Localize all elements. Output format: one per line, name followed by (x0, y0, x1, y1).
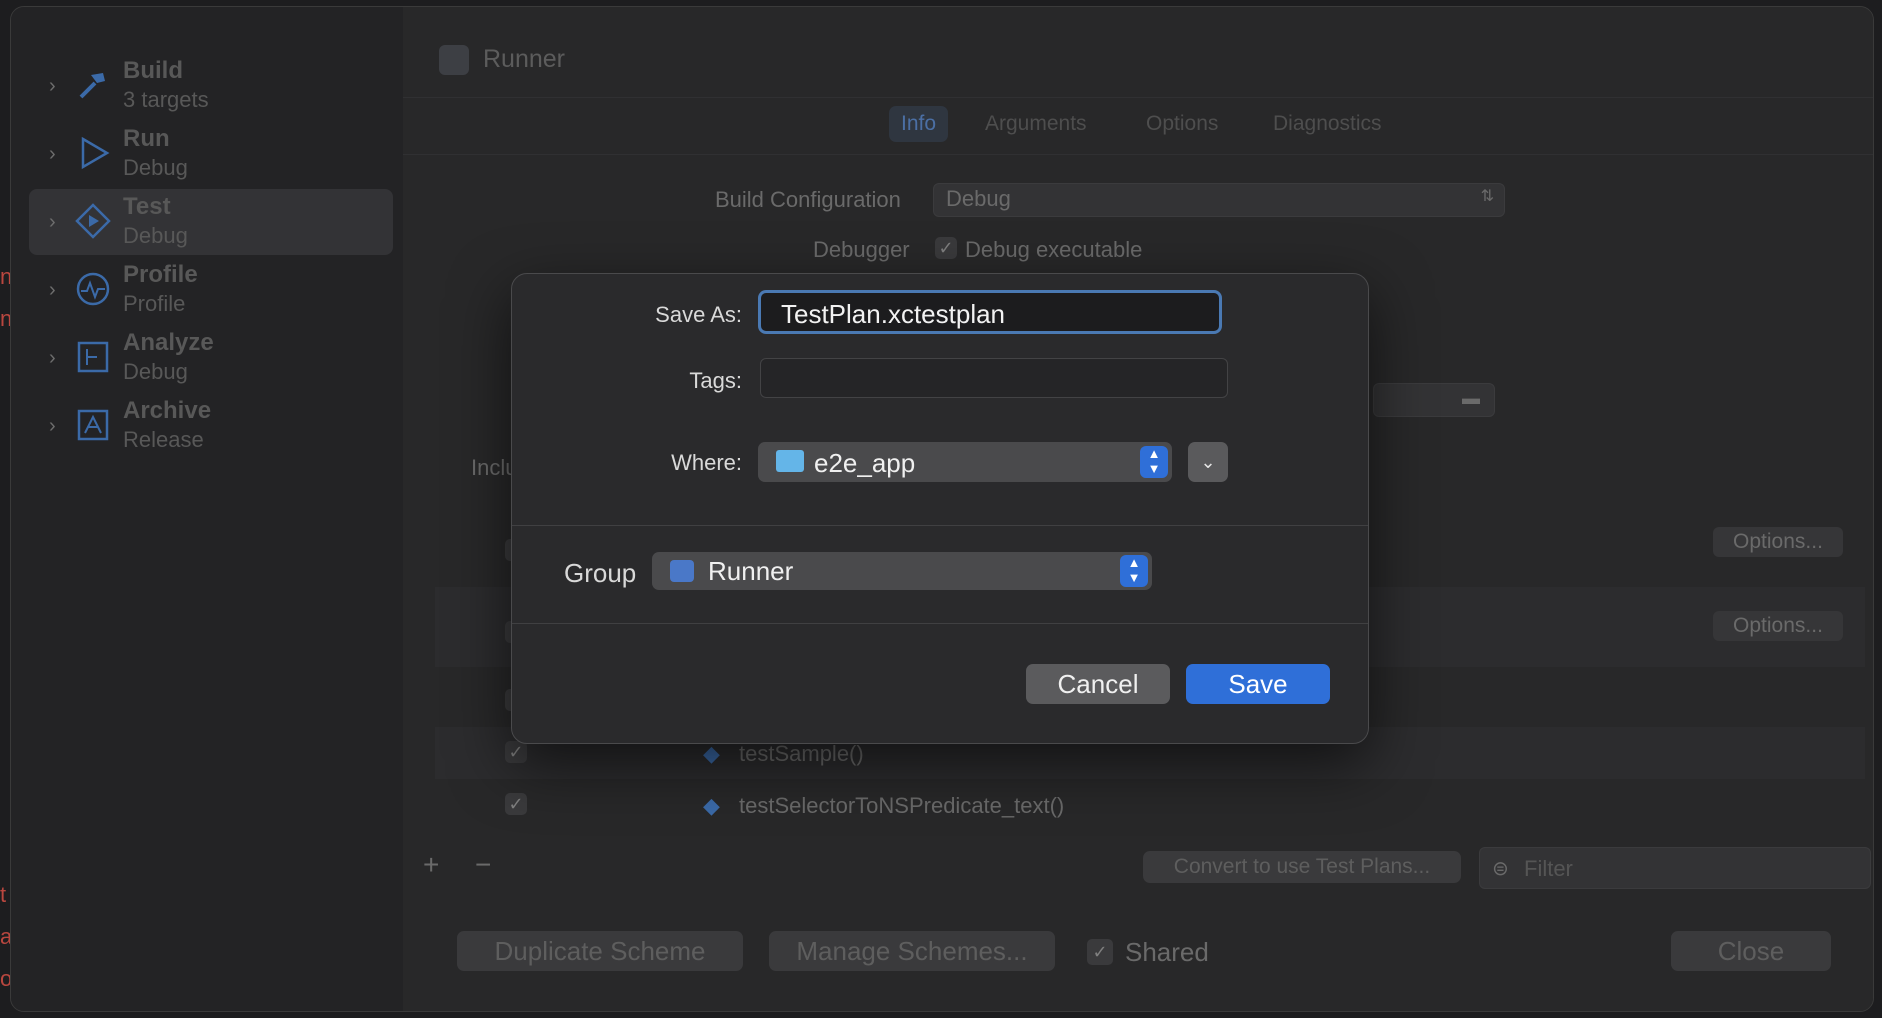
runner-app-icon (439, 45, 469, 75)
where-label: Where: (671, 450, 742, 475)
chevron-right-icon[interactable]: › (49, 347, 56, 370)
filter-icon: ⊜ (1492, 858, 1509, 880)
scheme-tab-bar: Info Arguments Options Diagnostics (403, 97, 1873, 155)
sidebar-item-archive[interactable]: › Archive Release (29, 393, 393, 459)
remove-icon[interactable]: − (475, 849, 491, 881)
save-dialog: Save As: Tags: Where: e2e_app ▲▼ ⌄ Group… (511, 273, 1369, 744)
chevron-right-icon[interactable]: › (49, 279, 56, 302)
test-diamond-icon: ◆ (703, 793, 720, 818)
sidebar-item-subtitle: Release (123, 427, 204, 452)
sidebar-item-analyze[interactable]: › Analyze Debug (29, 325, 393, 391)
tags-field[interactable] (760, 358, 1228, 398)
group-label: Group (564, 558, 637, 588)
chevron-right-icon[interactable]: › (49, 415, 56, 438)
scheme-sidebar: › Build 3 targets › Run Debug › Test Deb… (11, 7, 403, 1011)
sidebar-item-build[interactable]: › Build 3 targets (29, 53, 393, 119)
save-button[interactable]: Save (1186, 664, 1330, 704)
tags-label: Tags: (689, 368, 742, 393)
dialog-divider (512, 623, 1368, 624)
scheme-title: Runner (483, 45, 565, 73)
tab-diagnostics[interactable]: Diagnostics (1273, 112, 1382, 136)
dialog-divider (512, 525, 1368, 526)
sidebar-item-subtitle: Debug (123, 223, 188, 248)
chevron-right-icon[interactable]: › (49, 75, 56, 98)
cancel-button[interactable]: Cancel (1026, 664, 1170, 704)
sidebar-item-title: Analyze (123, 329, 214, 356)
where-value: e2e_app (814, 448, 916, 478)
test-checkbox[interactable]: ✓ (505, 793, 527, 815)
options-button[interactable]: Options... (1713, 611, 1843, 641)
sidebar-item-title: Run (123, 125, 170, 152)
convert-to-test-plans-button[interactable]: Convert to use Test Plans... (1143, 851, 1461, 883)
close-button[interactable]: Close (1671, 931, 1831, 971)
test-checkbox[interactable]: ✓ (505, 741, 527, 763)
sidebar-item-title: Test (123, 193, 171, 220)
folder-icon: ▬ (1462, 388, 1480, 408)
test-name: testSelectorToNSPredicate_text() (739, 793, 1065, 818)
test-diamond-icon (75, 203, 111, 239)
sidebar-item-run[interactable]: › Run Debug (29, 121, 393, 187)
shared-checkbox[interactable]: ✓ (1087, 939, 1113, 965)
analyze-icon (77, 341, 109, 373)
sidebar-item-title: Profile (123, 261, 198, 288)
app-target-icon (670, 560, 694, 582)
tab-arguments[interactable]: Arguments (985, 112, 1087, 136)
build-configuration-label: Build Configuration (715, 187, 901, 212)
sidebar-item-test[interactable]: › Test Debug (29, 189, 393, 255)
gauge-icon (76, 272, 110, 306)
sidebar-item-subtitle: Debug (123, 359, 188, 384)
sidebar-item-profile[interactable]: › Profile Profile (29, 257, 393, 323)
hammer-icon (79, 73, 105, 99)
filter-placeholder: Filter (1524, 856, 1573, 881)
play-icon (81, 136, 110, 170)
test-name: testSample() (739, 741, 864, 766)
build-configuration-value: Debug (946, 186, 1011, 211)
sidebar-item-subtitle: 3 targets (123, 87, 209, 112)
code-fragment: t (0, 882, 7, 907)
save-as-label: Save As: (655, 302, 742, 327)
path-field[interactable]: ▬ (1373, 383, 1495, 417)
chevron-updown-icon: ⇅ (1480, 188, 1494, 205)
save-as-input[interactable] (761, 293, 1219, 336)
save-as-field[interactable] (758, 290, 1222, 336)
chevron-updown-icon: ▲ ▼ (1140, 446, 1168, 478)
build-configuration-popup[interactable]: Debug ⇅ (933, 183, 1505, 217)
test-diamond-icon: ◆ (703, 741, 720, 766)
debug-executable-checkbox[interactable]: ✓ (935, 237, 957, 259)
chevron-down-icon: ⌄ (1200, 452, 1216, 472)
duplicate-scheme-button[interactable]: Duplicate Scheme (457, 931, 743, 971)
group-value: Runner (708, 556, 794, 586)
archive-icon (77, 409, 109, 441)
shared-label: Shared (1125, 937, 1209, 967)
where-popup[interactable]: e2e_app ▲ ▼ (758, 442, 1172, 482)
sidebar-item-subtitle: Profile (123, 291, 186, 316)
sidebar-item-subtitle: Debug (123, 155, 188, 180)
tab-options[interactable]: Options (1146, 112, 1218, 136)
manage-schemes-button[interactable]: Manage Schemes... (769, 931, 1055, 971)
debugger-label: Debugger (813, 237, 910, 262)
chevron-updown-icon: ▲ ▼ (1120, 555, 1148, 587)
chevron-right-icon[interactable]: › (49, 143, 56, 166)
group-popup[interactable]: Runner ▲ ▼ (652, 552, 1152, 590)
sidebar-item-title: Archive (123, 397, 212, 424)
add-icon[interactable]: + (423, 849, 439, 881)
folder-icon (776, 450, 804, 472)
debug-executable-label: Debug executable (965, 237, 1143, 262)
expand-chevron-button[interactable]: ⌄ (1188, 442, 1228, 482)
filter-field[interactable]: ⊜ Filter (1479, 847, 1871, 889)
chevron-right-icon[interactable]: › (49, 211, 56, 234)
options-button[interactable]: Options... (1713, 527, 1843, 557)
sidebar-item-title: Build (123, 57, 183, 84)
tab-info[interactable]: Info (889, 106, 949, 142)
